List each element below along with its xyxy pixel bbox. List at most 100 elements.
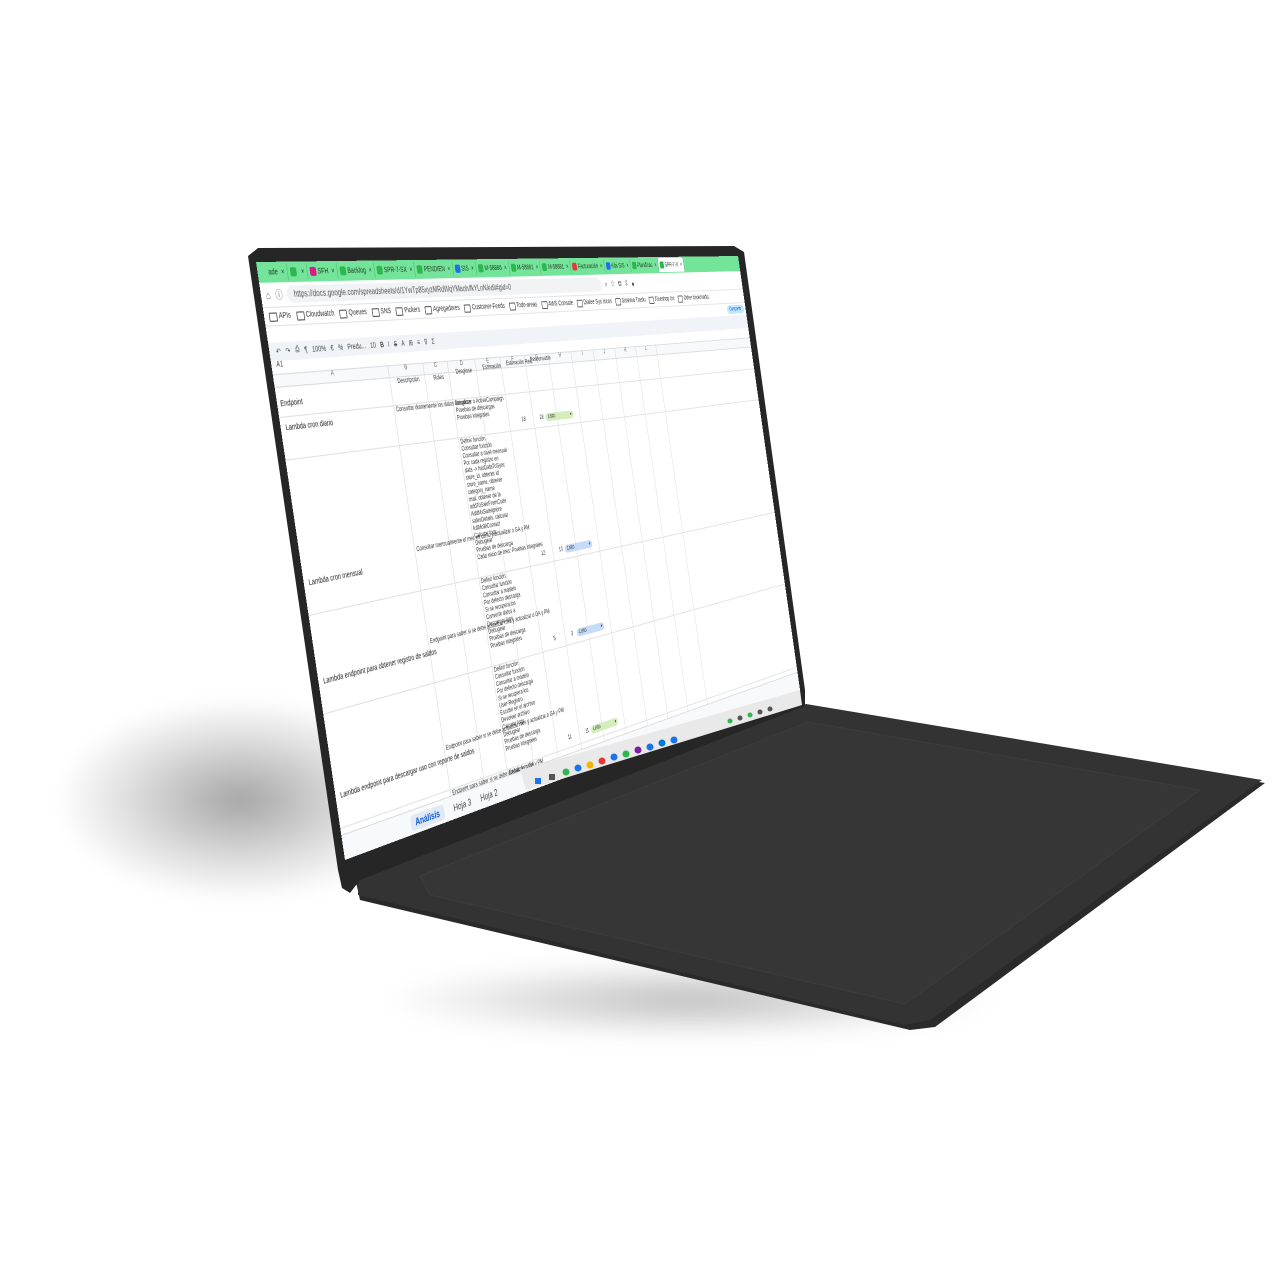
search-icon[interactable]: ⌕ — [604, 279, 608, 289]
status-dropdown[interactable]: Listo ▾ — [564, 539, 593, 554]
browser-tab[interactable]: SFH × — [306, 263, 339, 280]
row-endpoint-label[interactable]: Endpoint — [280, 398, 303, 408]
bookmark-item[interactable]: AWS Console — [540, 300, 574, 309]
redo-icon[interactable]: ↷ — [285, 346, 291, 355]
browser-tab[interactable]: SPR-7-X × — [657, 257, 685, 273]
bold-icon[interactable]: B — [380, 341, 385, 349]
profile-icon[interactable]: ● — [631, 279, 635, 288]
bookmark-item[interactable]: Fineshop Inc — [648, 295, 676, 304]
bookmark-item[interactable]: Pickers — [395, 306, 421, 316]
close-tab-icon[interactable]: × — [680, 262, 683, 268]
borders-icon[interactable]: ⊞ — [408, 339, 413, 348]
extensions-icon[interactable]: ⧉ — [617, 279, 622, 289]
estimate-cell[interactable]: 12 — [541, 551, 546, 558]
sheet-tab[interactable]: Hoja 2 — [480, 786, 499, 803]
home-icon[interactable]: ⌂ — [265, 289, 271, 301]
percent-icon[interactable]: % — [338, 344, 344, 352]
tab-label: SIS — [460, 264, 470, 273]
print-icon[interactable]: ⎙ — [295, 346, 301, 355]
estimate-cell[interactable]: 18 — [521, 417, 526, 423]
italic-icon[interactable]: I — [388, 341, 391, 349]
zoom-select[interactable]: 100% — [312, 345, 327, 354]
folder-icon — [268, 311, 279, 322]
bookmark-label: SNS — [380, 307, 392, 316]
currency-icon[interactable]: € — [330, 344, 334, 352]
close-tab-icon[interactable]: × — [409, 266, 413, 273]
share-button[interactable]: Compartir — [726, 304, 745, 315]
row-title-cell[interactable]: Lambda cron mensual — [308, 569, 363, 588]
estimate-cell[interactable]: 11 — [568, 734, 573, 741]
estimate-real-cell[interactable]: 18 — [539, 415, 544, 421]
estimate-real-cell[interactable]: 10 — [559, 547, 564, 554]
browser-tab[interactable]: Backlog × — [336, 262, 376, 279]
bookmark-item[interactable]: SNS — [371, 307, 392, 317]
header-estimacion-real[interactable]: Estimación Real — [506, 359, 533, 367]
browser-tab[interactable]: SPR-7-SX × — [373, 262, 417, 278]
text-color-icon[interactable]: A — [401, 340, 405, 348]
bookmark-item[interactable]: Cloudwatch — [295, 309, 335, 321]
tab-favicon-icon — [259, 267, 268, 278]
row-title-cell[interactable]: Lambda cron diario — [285, 419, 334, 432]
browser-tab[interactable]: PENDIEN × — [414, 261, 454, 277]
font-select[interactable]: Predu... — [347, 342, 366, 351]
tab-label: Kibi SIS — [610, 262, 625, 270]
tab-label: SPR-7-X — [664, 261, 679, 269]
close-tab-icon[interactable]: × — [654, 262, 657, 268]
bookmark-item[interactable]: Queues — [339, 308, 368, 319]
estimate-real-cell[interactable]: 3 — [571, 631, 574, 637]
browser-tab[interactable]: M-58881 × — [508, 260, 542, 275]
undo-icon[interactable]: ↶ — [275, 347, 281, 356]
header-desglose[interactable]: Desglose — [455, 368, 472, 376]
browser-tab[interactable]: Kibi SIS × — [603, 259, 632, 273]
close-tab-icon[interactable]: × — [301, 268, 305, 276]
close-tab-icon[interactable]: × — [331, 267, 335, 275]
close-tab-icon[interactable]: × — [626, 262, 629, 268]
bookmark-label: Other bookmarks — [683, 294, 710, 302]
download-icon[interactable]: ⇩ — [624, 278, 629, 288]
close-tab-icon[interactable]: × — [504, 264, 508, 271]
bookmark-item[interactable]: Other bookmarks — [677, 294, 710, 303]
tab-favicon-icon — [339, 266, 347, 276]
bookmark-item[interactable]: Agregadores — [424, 304, 460, 315]
filter-icon[interactable]: ⊽ — [423, 338, 429, 347]
tab-favicon-icon — [510, 263, 517, 272]
bookmark-label: Cloudwatch — [305, 310, 335, 320]
close-tab-icon[interactable]: × — [280, 268, 284, 276]
close-tab-icon[interactable]: × — [535, 264, 538, 271]
close-tab-icon[interactable]: × — [600, 263, 603, 270]
status-dropdown[interactable]: Listo ▾ — [545, 410, 574, 422]
status-label: Listo — [547, 413, 556, 421]
bookmark-item[interactable]: Todo-areas — [508, 301, 538, 311]
browser-tab[interactable]: SIS × — [451, 261, 478, 277]
align-icon[interactable]: ≡ — [417, 339, 421, 347]
header-estimacion[interactable]: Estimación — [482, 364, 501, 372]
bookmark-item[interactable]: APIs — [268, 311, 291, 322]
browser-tab[interactable]: M-58886 × — [475, 260, 511, 276]
site-info-icon[interactable]: ⓘ — [274, 287, 284, 302]
bookmark-item[interactable]: Customer-Feeds — [463, 302, 506, 313]
bookmark-item[interactable]: Sistema Traslu — [614, 297, 646, 306]
status-label: Listo — [578, 627, 587, 636]
header-roles[interactable]: Roles — [433, 375, 444, 382]
font-size-field[interactable]: 10 — [370, 342, 377, 350]
close-tab-icon[interactable]: × — [566, 263, 569, 270]
functions-icon[interactable]: Σ — [431, 338, 435, 346]
strike-icon[interactable]: S — [393, 340, 397, 348]
sheet-tab[interactable]: Hoja 3 — [453, 796, 472, 813]
tab-label: ade — [267, 268, 279, 277]
close-tab-icon[interactable]: × — [471, 265, 475, 272]
star-icon[interactable]: ☆ — [610, 279, 616, 289]
close-tab-icon[interactable]: × — [368, 267, 372, 275]
close-tab-icon[interactable]: × — [447, 265, 451, 272]
estimate-real-cell[interactable]: 11 — [585, 728, 589, 735]
paint-format-icon[interactable]: ¶ — [304, 346, 308, 354]
header-descripcion[interactable]: Descripción — [397, 377, 420, 385]
browser-tab[interactable]: × — [286, 263, 309, 280]
row-title-cell[interactable]: Lambda endpoint para obtener registro de… — [323, 649, 437, 686]
estimate-cell[interactable]: 5 — [553, 636, 556, 642]
browser-tab[interactable]: Facturación × — [569, 259, 606, 274]
browser-tab[interactable]: M-58881 × — [539, 260, 572, 275]
bookmark-item[interactable]: Dialee Sys Incos — [576, 298, 612, 308]
browser-tab[interactable]: Planificac × — [629, 258, 660, 272]
browser-tab[interactable]: ade × — [256, 263, 289, 281]
